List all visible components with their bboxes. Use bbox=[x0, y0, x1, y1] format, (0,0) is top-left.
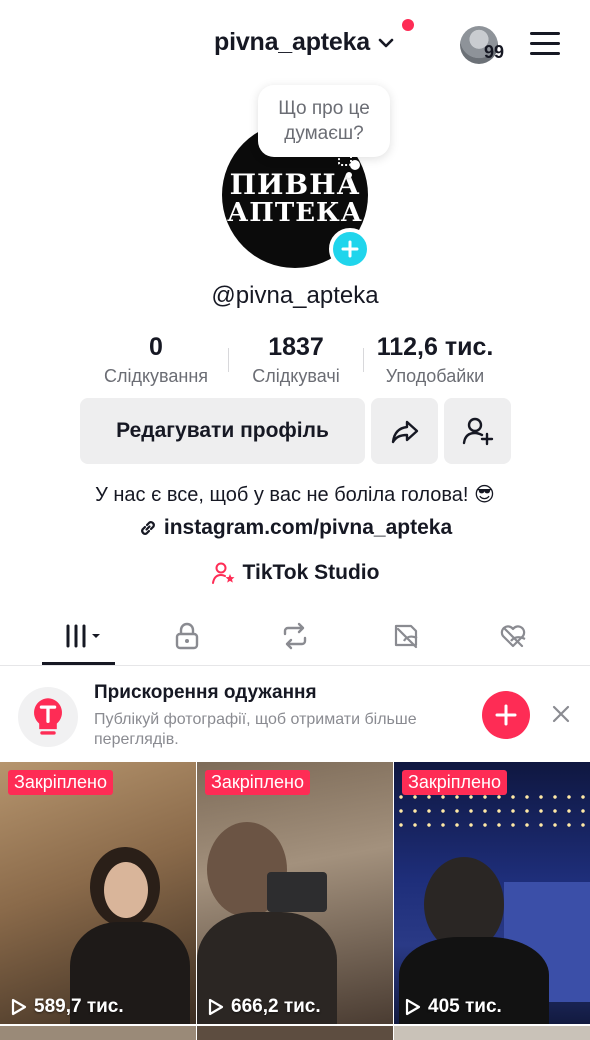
stat-following[interactable]: 0 Слідкування bbox=[86, 332, 226, 390]
studio-user-star-icon bbox=[211, 562, 235, 584]
grid-icon bbox=[66, 624, 100, 648]
tab-private[interactable] bbox=[172, 616, 202, 656]
stat-likes[interactable]: 112,6 тис. Уподобайки bbox=[366, 332, 504, 390]
add-friends-button[interactable] bbox=[444, 398, 511, 464]
stat-divider bbox=[363, 348, 364, 372]
play-icon bbox=[11, 998, 27, 1016]
tab-tagged[interactable] bbox=[390, 616, 422, 656]
add-user-icon bbox=[462, 417, 493, 446]
top-bar: pivna_apteka 99 bbox=[0, 0, 590, 90]
profile-stats: 0 Слідкування 1837 Слідкувачі 112,6 тис.… bbox=[0, 332, 590, 392]
share-icon bbox=[391, 420, 418, 444]
stat-followers[interactable]: 1837 Слідкувачі bbox=[231, 332, 361, 390]
edit-profile-button[interactable]: Редагувати профіль bbox=[80, 398, 365, 464]
play-icon bbox=[405, 998, 421, 1016]
view-count: 589,7 тис. bbox=[8, 996, 124, 1018]
profile-link[interactable]: instagram.com/pivna_apteka bbox=[0, 516, 590, 540]
bubble-tail-dot bbox=[350, 160, 360, 170]
view-count-text: 589,7 тис. bbox=[34, 996, 124, 1017]
account-switcher[interactable]: pivna_apteka bbox=[214, 28, 396, 57]
video-grid: Закріплено 589,7 тис. Закріплено 666,2 т… bbox=[0, 762, 590, 1040]
lightbulb-t-icon bbox=[34, 698, 62, 735]
thumbnail-face bbox=[104, 862, 148, 918]
video-thumbnail-partial[interactable] bbox=[394, 1026, 590, 1040]
profile-link-text: instagram.com/pivna_apteka bbox=[163, 516, 453, 539]
tab-videos[interactable] bbox=[52, 616, 112, 656]
video-thumbnail[interactable]: Закріплено 666,2 тис. bbox=[197, 762, 393, 1024]
pinned-badge: Закріплено bbox=[205, 770, 310, 795]
logo-text-line2: АПТЕКА bbox=[227, 198, 363, 228]
profile-handle: @pivna_apteka bbox=[211, 282, 379, 309]
view-count-text: 666,2 тис. bbox=[231, 996, 321, 1017]
view-count-text: 405 тис. bbox=[428, 996, 502, 1017]
tab-reposts[interactable] bbox=[279, 616, 311, 656]
video-thumbnail[interactable]: Закріплено 589,7 тис. bbox=[0, 762, 196, 1024]
repost-icon bbox=[283, 622, 307, 650]
chevron-down-icon bbox=[378, 38, 394, 47]
plus-icon bbox=[495, 704, 517, 726]
pinned-badge: Закріплено bbox=[402, 770, 507, 795]
thumbnail-terminal bbox=[267, 872, 327, 912]
profile-views-count: 99 bbox=[484, 42, 505, 62]
stat-likes-label: Уподобайки bbox=[385, 366, 485, 386]
promo-description: Публікуй фотографії, щоб отримати більше… bbox=[94, 711, 417, 748]
promo-banner: Прискорення одужання Публікуй фотографії… bbox=[0, 667, 590, 762]
promo-title: Прискорення одужання bbox=[94, 682, 317, 703]
lock-icon bbox=[175, 622, 199, 650]
pinned-badge: Закріплено bbox=[8, 770, 113, 795]
video-thumbnail-partial[interactable] bbox=[197, 1026, 393, 1040]
close-icon[interactable] bbox=[550, 703, 572, 725]
content-tabs bbox=[0, 606, 590, 666]
active-tab-indicator bbox=[42, 662, 115, 665]
stat-followers-value: 1837 bbox=[268, 333, 324, 361]
bubble-tail-dot-small bbox=[346, 172, 352, 178]
liked-hidden-icon bbox=[500, 625, 526, 648]
link-icon bbox=[140, 521, 155, 535]
notification-dot bbox=[402, 19, 414, 31]
video-thumbnail[interactable]: Закріплено 405 тис. bbox=[394, 762, 590, 1024]
add-story-button[interactable] bbox=[329, 228, 371, 270]
hidden-tag-icon bbox=[394, 624, 418, 649]
stat-divider bbox=[228, 348, 229, 372]
stat-likes-value: 112,6 тис. bbox=[376, 333, 494, 361]
promo-icon bbox=[18, 687, 78, 747]
menu-icon[interactable] bbox=[530, 32, 560, 56]
play-icon bbox=[208, 998, 224, 1016]
thought-bubble[interactable]: Що про це думаєш? bbox=[258, 85, 390, 157]
plus-icon bbox=[341, 240, 359, 258]
tab-liked[interactable] bbox=[496, 616, 530, 656]
profile-bio: У нас є все, щоб у вас не боліла голова!… bbox=[95, 484, 495, 506]
username: pivna_apteka bbox=[214, 28, 371, 56]
promo-add-button[interactable] bbox=[482, 691, 530, 739]
share-profile-button[interactable] bbox=[371, 398, 438, 464]
tiktok-studio-label: TikTok Studio bbox=[242, 561, 380, 584]
thumbnail-lights bbox=[394, 790, 590, 830]
view-count: 405 тис. bbox=[402, 996, 502, 1018]
tiktok-studio-link[interactable]: TikTok Studio bbox=[0, 560, 590, 586]
stat-following-value: 0 bbox=[149, 333, 163, 361]
thought-bubble-text: Що про це думаєш? bbox=[278, 98, 370, 144]
stat-following-label: Слідкування bbox=[103, 366, 209, 386]
stat-followers-label: Слідкувачі bbox=[252, 366, 340, 386]
view-count: 666,2 тис. bbox=[205, 996, 321, 1018]
video-thumbnail-partial[interactable] bbox=[0, 1026, 196, 1040]
